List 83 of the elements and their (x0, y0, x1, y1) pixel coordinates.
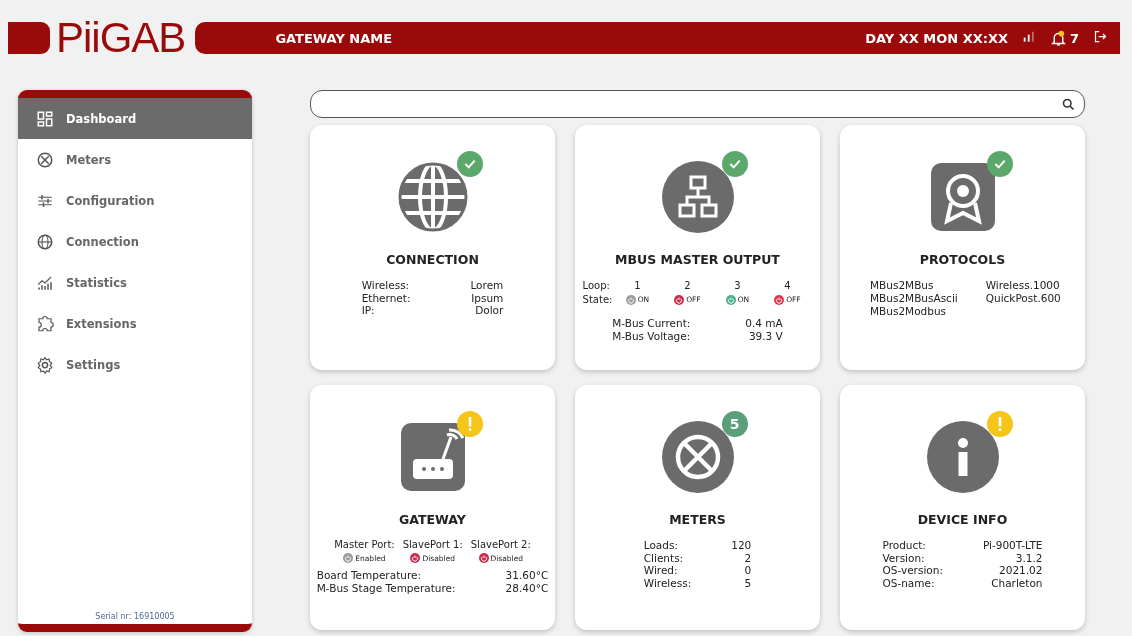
field-value: 5 (743, 576, 752, 589)
nav-item[interactable]: Extensions (18, 303, 252, 344)
network-icon (661, 161, 734, 233)
card-title: PROTOCOLS (919, 252, 1006, 267)
field-label: Wired: (643, 564, 679, 577)
globe-icon (396, 161, 469, 233)
search-field[interactable] (310, 90, 1085, 118)
protocol-name: MBus2MBusAscii (870, 292, 958, 305)
field-value: Lorem (470, 279, 504, 292)
loop-number: 4 (783, 279, 792, 293)
loop-number: 2 (683, 279, 692, 293)
dashboard-card[interactable]: 5 METERS Loads: 120 Clients: 2 Wired: 0 Wireless: 5 (575, 385, 820, 630)
field-label: OS-name: (882, 576, 936, 589)
field-label: Wireless: (643, 576, 692, 589)
field-label: Clients: (643, 551, 685, 564)
info-icon (926, 421, 999, 493)
dashboard-card[interactable]: CONNECTION Wireless: Lorem Ethernet: Ipsum IP: Dolor (310, 125, 555, 370)
card-title: CONNECTION (386, 252, 479, 267)
field-value: 0 (743, 564, 752, 577)
logo: PiiGAB (56, 22, 186, 54)
field-value: 3.1.2 (1014, 551, 1043, 564)
signal-icon (1021, 29, 1036, 44)
nav-item[interactable]: Settings (18, 344, 252, 385)
field-label: Product: (882, 539, 927, 552)
settings-icon (36, 355, 54, 374)
field-label: M-Bus Current: (612, 317, 691, 330)
dashboard-icon (36, 109, 54, 128)
field-value: 120 (731, 539, 752, 552)
dashboard-card[interactable]: PROTOCOLS MBus2MBus MBus2MBusAscii MBus2Modbus Wireless.1000 QuickPost.600 (840, 125, 1085, 370)
notification-count: 7 (1069, 30, 1079, 46)
field-value: Pi-900T-LTE (982, 539, 1043, 552)
field-label: M-Bus Stage Temperature: (316, 581, 456, 594)
puzzle-icon (36, 314, 54, 333)
field-label: Loop: (582, 279, 611, 293)
logout-icon[interactable] (1093, 29, 1108, 44)
search-icon (1061, 96, 1076, 112)
protocol-name: QuickPost.600 (985, 292, 1061, 305)
protocol-name: Wireless.1000 (985, 279, 1061, 292)
field-label: State: (582, 293, 613, 307)
nav-item[interactable]: Statistics (18, 262, 252, 303)
date-time: DAY XX MON XX:XX (865, 30, 1008, 46)
field-label: Version: (882, 551, 926, 564)
protocol-name: MBus2MBus (870, 279, 935, 292)
meter-icon (36, 150, 54, 169)
field-label: OS-version: (882, 564, 943, 577)
field-value: Ipsum (470, 291, 504, 304)
field-value: Dolor (474, 304, 504, 317)
field-value: 2 (743, 551, 752, 564)
field-value: 39.3 V (747, 329, 783, 342)
serial-number: Serial nr: 16910005 (94, 612, 176, 623)
exclamation-icon (997, 417, 1002, 431)
card-title: DEVICE INFO (917, 512, 1008, 527)
protocol-name: MBus2Modbus (870, 305, 947, 318)
gateway-name: GATEWAY NAME (275, 30, 393, 46)
globe-icon (36, 232, 54, 251)
field-label: Board Temperature: (316, 569, 422, 582)
nav-item[interactable]: Dashboard (18, 98, 252, 139)
port-label: SlavePort 2: (470, 539, 531, 550)
loop-number: 3 (733, 279, 742, 293)
nav-item[interactable]: Configuration (18, 180, 252, 221)
field-label: Wireless: (361, 279, 411, 292)
card-title: GATEWAY (399, 512, 466, 527)
field-label: Loads: (643, 539, 679, 552)
nav-item[interactable]: Meters (18, 139, 252, 180)
field-label: M-Bus Voltage: (612, 329, 691, 342)
card-title: MBUS MASTER OUTPUT (615, 252, 780, 267)
field-value: Charleton (990, 576, 1043, 589)
bell-icon (1049, 29, 1067, 47)
field-value: 28.40°C (505, 581, 549, 594)
nav-item[interactable]: Connection (18, 221, 252, 262)
port-label: SlavePort 1: (402, 539, 463, 550)
field-value: 31.60°C (505, 569, 549, 582)
port-label: Master Port: (334, 539, 395, 550)
loop-number: 1 (633, 279, 642, 293)
exclamation-icon (467, 417, 472, 431)
dashboard-card[interactable]: DEVICE INFO Product: Pi-900T-LTE Version: 3.1.2 OS-version: 2021.02 OS-name: Charleton (840, 385, 1085, 630)
count-badge: 5 (721, 411, 748, 437)
field-value: 0.4 mA (745, 317, 783, 330)
field-label: IP: (361, 304, 376, 317)
card-title: METERS (669, 512, 726, 527)
field-label: Ethernet: (361, 291, 411, 304)
logo-block (8, 22, 50, 54)
field-value: 2021.02 (998, 564, 1043, 577)
